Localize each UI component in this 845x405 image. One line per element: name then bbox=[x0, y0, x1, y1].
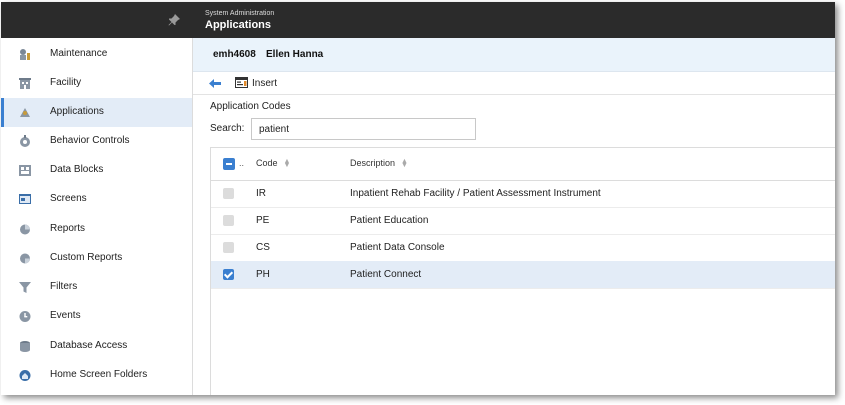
top-bar: System Administration Applications bbox=[1, 2, 835, 38]
column-header-code[interactable]: Code ▲ ▼ bbox=[256, 157, 291, 169]
applications-icon bbox=[20, 108, 30, 117]
reports-icon bbox=[20, 224, 30, 235]
main-content: emh4608 Ellen Hanna Insert Application C… bbox=[193, 38, 835, 395]
header-subtitle: System Administration bbox=[205, 10, 275, 17]
row-description: Patient Connect bbox=[350, 269, 422, 280]
row-description: Inpatient Rehab Facility / Patient Asses… bbox=[350, 188, 601, 199]
sidebar-item-label: Events bbox=[50, 310, 81, 321]
row-code: PE bbox=[256, 215, 270, 226]
table-row[interactable]: PH Patient Connect bbox=[211, 261, 835, 289]
screens-icon bbox=[19, 194, 31, 204]
sidebar-item-applications[interactable]: Applications bbox=[1, 98, 192, 127]
sort-icon: ▲ ▼ bbox=[283, 157, 291, 169]
table-row[interactable]: PE Patient Education bbox=[211, 207, 835, 235]
sidebar-item-events[interactable]: Events bbox=[1, 302, 192, 331]
events-icon bbox=[19, 311, 31, 322]
row-description: Patient Data Console bbox=[350, 242, 445, 253]
sidebar-item-label: Facility bbox=[50, 77, 82, 88]
sidebar-item-label: Applications bbox=[50, 106, 104, 117]
grid-header: .. Code ▲ ▼ Description ▲ ▼ bbox=[211, 148, 835, 181]
maintenance-icon bbox=[20, 49, 30, 60]
application-codes-grid: .. Code ▲ ▼ Description ▲ ▼ IR Inpatient Reh… bbox=[210, 147, 835, 395]
sort-icon: ▲ ▼ bbox=[401, 157, 408, 169]
row-checkbox[interactable] bbox=[223, 269, 234, 280]
insert-icon[interactable] bbox=[235, 77, 248, 88]
column-header-description-label: Description bbox=[350, 158, 396, 168]
sidebar-item-behavior-controls[interactable]: Behavior Controls bbox=[1, 127, 192, 156]
pin-icon[interactable] bbox=[167, 13, 181, 27]
sidebar: Maintenance Facility Applications Behavi… bbox=[1, 38, 193, 395]
sidebar-item-home-screen-folders[interactable]: Home Screen Folders bbox=[1, 361, 192, 390]
app-window: System Administration Applications Maint… bbox=[1, 2, 835, 395]
sidebar-item-facility[interactable]: Facility bbox=[1, 69, 192, 98]
column-header-description[interactable]: Description ▲ ▼ bbox=[350, 157, 408, 169]
user-bar: emh4608 Ellen Hanna bbox=[193, 38, 835, 72]
sidebar-item-filters[interactable]: Filters bbox=[1, 273, 192, 302]
sidebar-item-label: Maintenance bbox=[50, 48, 108, 59]
sidebar-item-label: Data Blocks bbox=[50, 164, 104, 175]
row-code: PH bbox=[256, 269, 270, 280]
row-description: Patient Education bbox=[350, 215, 429, 226]
user-name: Ellen Hanna bbox=[266, 49, 324, 60]
checkmark-icon bbox=[223, 269, 234, 279]
sidebar-item-label: Screens bbox=[50, 193, 87, 204]
sidebar-item-label: Behavior Controls bbox=[50, 135, 130, 146]
facility-icon bbox=[19, 78, 31, 89]
custom-reports-icon bbox=[20, 253, 30, 264]
section-title: Application Codes bbox=[210, 101, 291, 112]
back-arrow-icon[interactable] bbox=[209, 79, 221, 88]
database-access-icon bbox=[20, 341, 30, 352]
table-row[interactable]: CS Patient Data Console bbox=[211, 234, 835, 262]
user-id: emh4608 bbox=[213, 49, 256, 60]
row-checkbox[interactable] bbox=[223, 215, 234, 226]
behavior-controls-icon bbox=[20, 135, 30, 147]
sidebar-item-custom-reports[interactable]: Custom Reports bbox=[1, 244, 192, 273]
search-label: Search: bbox=[210, 123, 245, 134]
toolbar: Insert bbox=[193, 72, 835, 95]
page-title: Applications bbox=[205, 19, 272, 31]
data-blocks-icon bbox=[19, 165, 31, 176]
sidebar-item-maintenance[interactable]: Maintenance bbox=[1, 40, 192, 69]
sidebar-item-label: Custom Reports bbox=[50, 252, 123, 263]
filters-icon bbox=[19, 282, 31, 293]
sidebar-item-label: Database Access bbox=[50, 340, 128, 351]
sidebar-item-label: Filters bbox=[50, 281, 78, 292]
search-input[interactable] bbox=[251, 118, 476, 140]
row-checkbox[interactable] bbox=[223, 188, 234, 199]
sidebar-item-label: Home Screen Folders bbox=[50, 369, 148, 380]
row-checkbox[interactable] bbox=[223, 242, 234, 253]
sidebar-item-label: Reports bbox=[50, 223, 86, 234]
row-code: IR bbox=[256, 188, 266, 199]
home-screen-folders-icon bbox=[19, 370, 31, 381]
sidebar-item-reports[interactable]: Reports bbox=[1, 215, 192, 244]
select-all-checkbox[interactable] bbox=[223, 158, 235, 170]
table-row[interactable]: IR Inpatient Rehab Facility / Patient As… bbox=[211, 180, 835, 208]
sidebar-item-database-access[interactable]: Database Access bbox=[1, 332, 192, 361]
sidebar-item-data-blocks[interactable]: Data Blocks bbox=[1, 156, 192, 185]
insert-button[interactable]: Insert bbox=[252, 78, 277, 89]
column-menu[interactable]: .. bbox=[239, 158, 244, 168]
column-header-code-label: Code bbox=[256, 158, 278, 168]
sidebar-item-screens[interactable]: Screens bbox=[1, 185, 192, 214]
row-code: CS bbox=[256, 242, 270, 253]
